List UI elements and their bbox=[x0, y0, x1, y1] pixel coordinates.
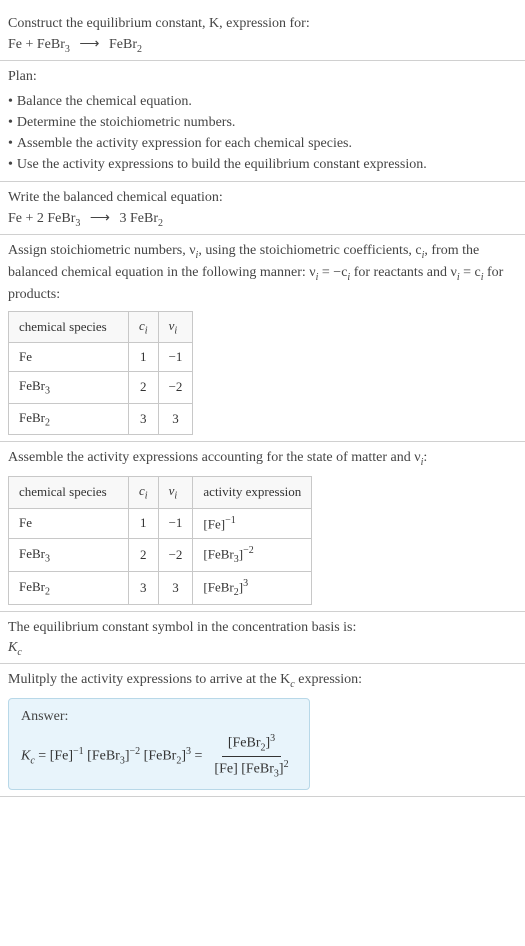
bullet-icon: • bbox=[8, 115, 13, 130]
col-vi: νi bbox=[158, 311, 193, 343]
col-ci: ci bbox=[129, 311, 159, 343]
stoichiometric-table: chemical species ci νi Fe 1 −1 FeBr3 2 −… bbox=[8, 311, 193, 436]
fraction: [FeBr2]3 [Fe] [FeBr3]2 bbox=[208, 733, 294, 779]
bullet-icon: • bbox=[8, 157, 13, 172]
plan-section: Plan: •Balance the chemical equation. •D… bbox=[0, 61, 525, 182]
bullet-icon: • bbox=[8, 94, 13, 109]
assign-text: Assign stoichiometric numbers, νi, using… bbox=[8, 241, 517, 304]
table-row: Fe 1 −1 [Fe]−1 bbox=[9, 508, 312, 538]
table-row: FeBr3 2 −2 [FeBr3]−2 bbox=[9, 539, 312, 572]
title-text: Construct the equilibrium constant, K, e… bbox=[8, 16, 310, 31]
plan-item: •Determine the stoichiometric numbers. bbox=[8, 112, 517, 133]
assemble-title: Assemble the activity expressions accoun… bbox=[8, 448, 517, 470]
assign-section: Assign stoichiometric numbers, νi, using… bbox=[0, 235, 525, 442]
activity-table: chemical species ci νi activity expressi… bbox=[8, 476, 312, 605]
kc-symbol: Kc bbox=[8, 640, 517, 658]
col-activity: activity expression bbox=[193, 477, 312, 509]
construct-title: Construct the equilibrium constant, K, e… bbox=[8, 14, 517, 34]
unbalanced-equation: Fe + FeBr3 ⟶ FeBr2 bbox=[8, 36, 517, 55]
answer-box: Answer: Kc = [Fe]−1 [FeBr3]−2 [FeBr2]3 =… bbox=[8, 698, 310, 790]
assemble-section: Assemble the activity expressions accoun… bbox=[0, 442, 525, 612]
kc-expression: Kc = [Fe]−1 [FeBr3]−2 [FeBr2]3 = [FeBr2]… bbox=[21, 733, 297, 779]
col-ci: ci bbox=[129, 477, 159, 509]
plan-item: •Assemble the activity expression for ea… bbox=[8, 133, 517, 154]
table-header-row: chemical species ci νi bbox=[9, 311, 193, 343]
answer-label: Answer: bbox=[21, 709, 297, 725]
table-row: FeBr2 3 3 [FeBr2]3 bbox=[9, 571, 312, 604]
plan-item: •Balance the chemical equation. bbox=[8, 91, 517, 112]
table-row: FeBr2 3 3 bbox=[9, 403, 193, 435]
table-row: Fe 1 −1 bbox=[9, 343, 193, 372]
balanced-title: Write the balanced chemical equation: bbox=[8, 188, 517, 208]
plan-title: Plan: bbox=[8, 67, 517, 87]
balanced-equation: Fe + 2 FeBr3 ⟶ 3 FeBr2 bbox=[8, 210, 517, 229]
col-species: chemical species bbox=[9, 477, 129, 509]
symbol-section: The equilibrium constant symbol in the c… bbox=[0, 612, 525, 664]
table-row: FeBr3 2 −2 bbox=[9, 372, 193, 404]
denominator: [Fe] [FeBr3]2 bbox=[208, 757, 294, 779]
multiply-section: Mulitply the activity expressions to arr… bbox=[0, 664, 525, 797]
numerator: [FeBr2]3 bbox=[222, 733, 281, 756]
plan-list: •Balance the chemical equation. •Determi… bbox=[8, 91, 517, 175]
arrow-icon: ⟶ bbox=[90, 211, 110, 226]
col-vi: νi bbox=[158, 477, 193, 509]
balanced-section: Write the balanced chemical equation: Fe… bbox=[0, 182, 525, 235]
symbol-text: The equilibrium constant symbol in the c… bbox=[8, 618, 517, 638]
header-section: Construct the equilibrium constant, K, e… bbox=[0, 8, 525, 61]
table-header-row: chemical species ci νi activity expressi… bbox=[9, 477, 312, 509]
plan-item: •Use the activity expressions to build t… bbox=[8, 154, 517, 175]
arrow-icon: ⟶ bbox=[79, 37, 99, 52]
col-species: chemical species bbox=[9, 311, 129, 343]
bullet-icon: • bbox=[8, 136, 13, 151]
multiply-text: Mulitply the activity expressions to arr… bbox=[8, 670, 517, 692]
